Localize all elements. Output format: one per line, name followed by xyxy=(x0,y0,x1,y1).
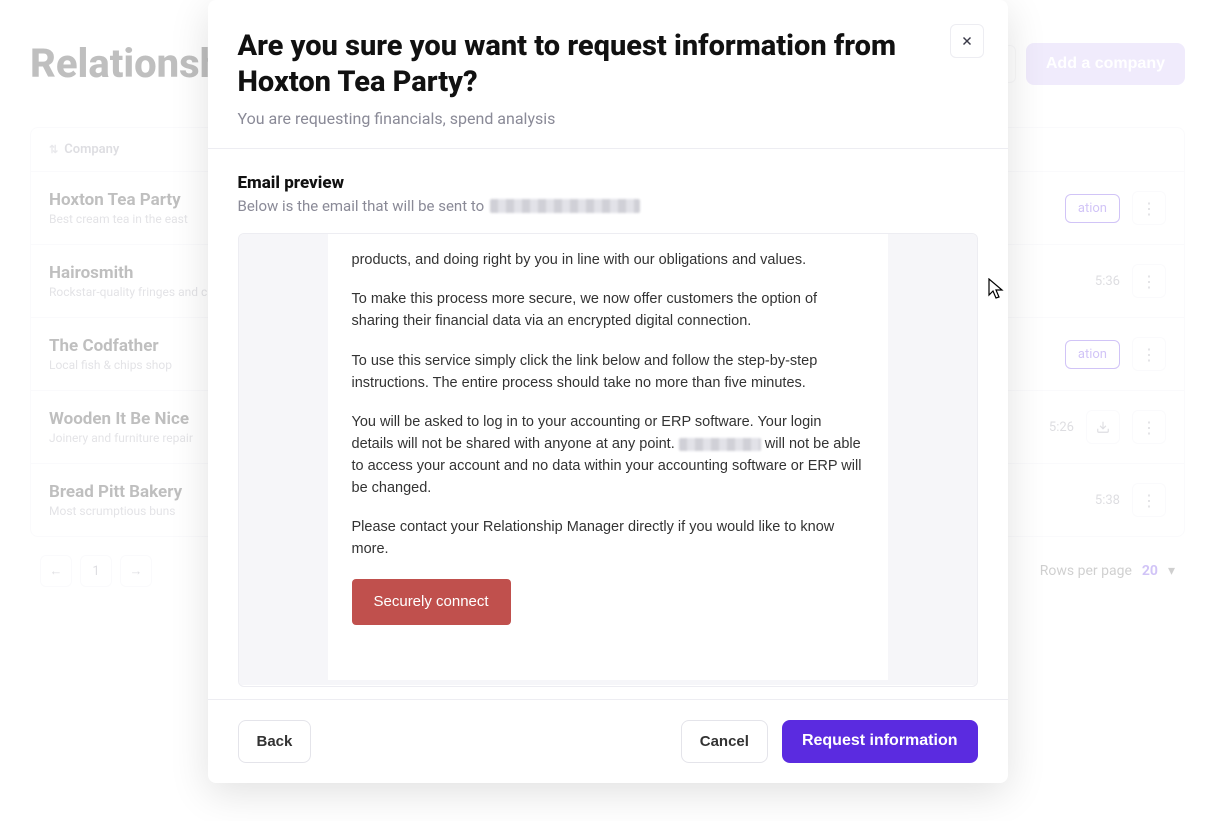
preview-title: Email preview xyxy=(238,173,978,193)
modal-overlay: Are you sure you want to request informa… xyxy=(0,0,1215,821)
modal-footer: Back Cancel Request information xyxy=(208,699,1008,783)
preview-sub-text: Below is the email that will be sent to xyxy=(238,197,485,215)
email-paragraph: You will be asked to log in to your acco… xyxy=(352,412,864,499)
modal-title: Are you sure you want to request informa… xyxy=(238,28,978,101)
email-paragraph: Please contact your Relationship Manager… xyxy=(352,517,864,561)
request-information-button[interactable]: Request information xyxy=(782,720,978,763)
email-paragraph: products, and doing right by you in line… xyxy=(352,250,864,272)
securely-connect-button[interactable]: Securely connect xyxy=(352,579,511,626)
confirm-modal: Are you sure you want to request informa… xyxy=(208,0,1008,783)
modal-body: Email preview Below is the email that wi… xyxy=(208,149,1008,699)
email-paragraph: To use this service simply click the lin… xyxy=(352,351,864,395)
email-content: products, and doing right by you in line… xyxy=(328,233,888,680)
modal-subtitle: You are requesting financials, spend ana… xyxy=(238,109,978,128)
redacted-email xyxy=(490,199,640,213)
redacted-company xyxy=(679,438,761,451)
email-paragraph: To make this process more secure, we now… xyxy=(352,289,864,333)
close-button[interactable] xyxy=(950,24,984,58)
email-preview-frame[interactable]: products, and doing right by you in line… xyxy=(238,233,978,687)
modal-header: Are you sure you want to request informa… xyxy=(208,0,1008,149)
close-icon xyxy=(960,34,974,48)
preview-subtitle: Below is the email that will be sent to xyxy=(238,197,978,215)
back-button[interactable]: Back xyxy=(238,720,312,763)
cancel-button[interactable]: Cancel xyxy=(681,720,768,763)
